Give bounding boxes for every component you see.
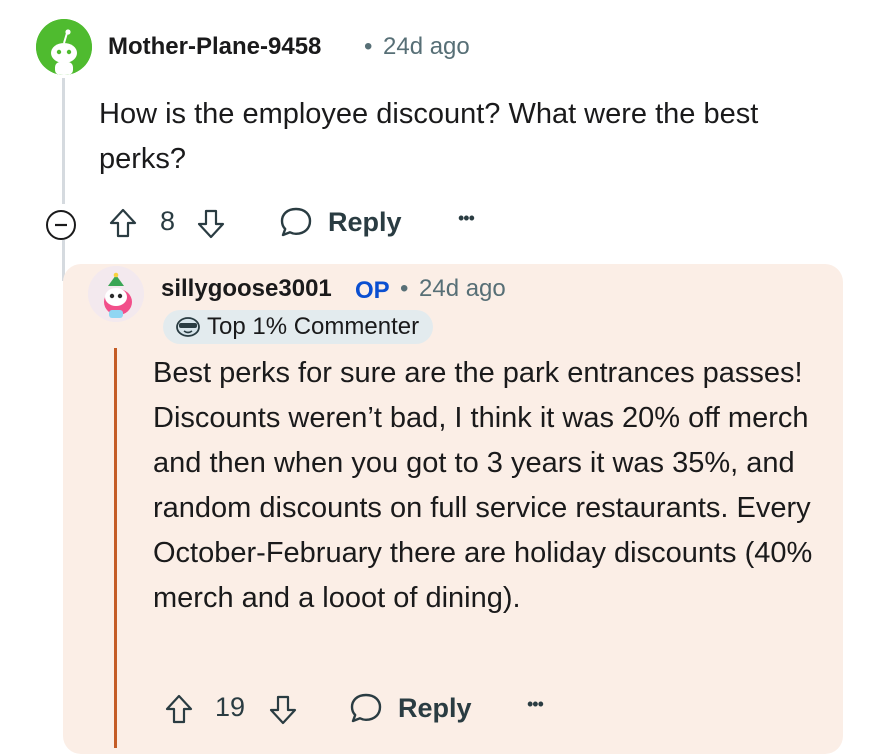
snoo-avatar-icon <box>88 266 144 322</box>
avatar[interactable] <box>88 266 144 322</box>
meta-separator: • <box>400 275 409 302</box>
upvote-icon <box>109 208 137 238</box>
upvote-button[interactable] <box>162 691 196 727</box>
reply-bubble-icon <box>350 693 382 723</box>
meta-separator: • <box>364 33 373 60</box>
reply-accent-line <box>114 348 117 748</box>
comment-author[interactable]: Mother-Plane-9458 <box>108 33 321 61</box>
comment-body: Best perks for sure are the park entranc… <box>153 357 813 614</box>
reply-label: Reply <box>398 692 472 723</box>
reply-button[interactable]: Reply <box>278 205 402 239</box>
upvote-icon <box>165 694 193 724</box>
comment-timestamp[interactable]: 24d ago <box>383 33 470 61</box>
downvote-button[interactable] <box>194 206 228 242</box>
vote-score: 8 <box>160 206 176 236</box>
collapse-button[interactable] <box>44 208 78 242</box>
downvote-icon <box>197 209 225 239</box>
reply-bubble-icon <box>280 207 312 237</box>
more-options-button[interactable]: ••• <box>527 694 544 715</box>
badge-label: Top 1% Commenter <box>207 313 420 340</box>
reply-label: Reply <box>328 206 402 237</box>
more-options-button[interactable]: ••• <box>458 208 475 229</box>
thread-line-vertical <box>62 78 65 204</box>
collapse-icon <box>46 210 76 240</box>
comment-body: How is the employee discount? What were … <box>99 98 759 175</box>
avatar[interactable] <box>36 19 92 75</box>
comment-timestamp[interactable]: 24d ago <box>419 275 506 303</box>
upvote-button[interactable] <box>106 205 140 241</box>
reply-button[interactable]: Reply <box>348 691 472 725</box>
op-badge: OP <box>355 277 390 304</box>
comment-author[interactable]: sillygoose3001 <box>161 275 332 303</box>
snoo-avatar-icon <box>36 19 92 75</box>
commenter-badge-icon <box>176 317 200 337</box>
commenter-badge[interactable]: Top 1% Commenter <box>163 310 434 344</box>
downvote-icon <box>269 695 297 725</box>
downvote-button[interactable] <box>266 692 300 728</box>
vote-score: 19 <box>215 692 246 722</box>
